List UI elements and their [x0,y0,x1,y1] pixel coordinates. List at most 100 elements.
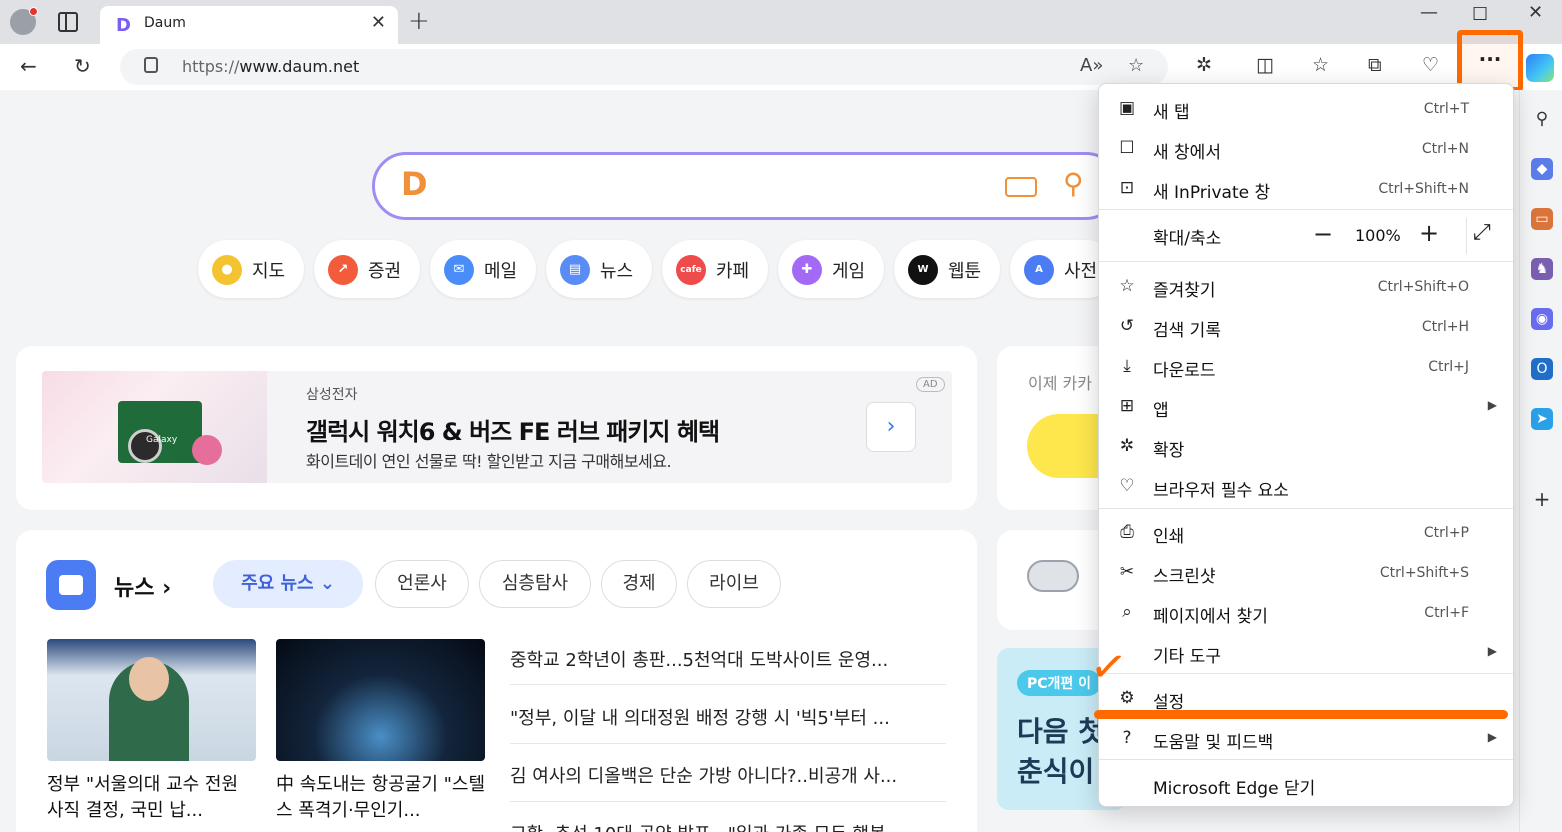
menu-item-find-on-page[interactable]: ⌕ 페이지에서 찾기 Ctrl+F [1099,592,1513,632]
shortcut-news[interactable]: ▤ 뉴스 [546,240,652,298]
menu-item-close-edge[interactable]: Microsoft Edge 닫기 [1099,764,1513,804]
menu-item-apps[interactable]: ⊞ 앱 ▶ [1099,386,1513,426]
zoom-in-button[interactable]: + [1419,219,1439,247]
news-tab-live[interactable]: 라이브 [687,560,781,608]
menu-item-new-tab[interactable]: ▣ 새 탭 Ctrl+T [1099,88,1513,128]
browser-essentials-icon[interactable]: ♡ [1422,54,1439,76]
drop-send-icon[interactable]: ➤ [1531,408,1553,430]
shortcut-label: 지도 [252,261,286,282]
news-thumb-caption[interactable]: 中 속도내는 항공굴기 "스텔스 폭격기·무인기... [276,772,488,824]
chevron-right-icon: ▶ [1487,730,1497,744]
menu-item-more-tools[interactable]: 기타 도구 ▶ [1099,632,1513,672]
news-tab-press[interactable]: 언론사 [375,560,469,608]
copilot-icon[interactable] [1526,54,1554,82]
back-icon[interactable]: ← [20,54,37,78]
microsoft365-icon[interactable]: ◉ [1531,308,1553,330]
fullscreen-icon[interactable]: ⤢ [1473,220,1491,245]
sidebar-search-icon[interactable]: ⚲ [1531,108,1553,130]
shortcut-webtoon[interactable]: W 웹툰 [894,240,1000,298]
window-close-icon[interactable]: ✕ [1528,2,1543,23]
outlook-icon[interactable]: O [1531,358,1553,380]
menu-item-help-feedback[interactable]: ? 도움말 및 피드백 ▶ [1099,718,1513,758]
shortcut-map[interactable]: ● 지도 [198,240,304,298]
maximize-icon[interactable]: ☐ [1472,4,1488,25]
news-thumb-caption[interactable]: 정부 "서울의대 교수 전원 사직 결정, 국민 납... [47,772,259,824]
read-aloud-icon[interactable]: A» [1080,55,1103,76]
shortcut-mail[interactable]: ✉ 메일 [430,240,536,298]
favorites-bar-icon[interactable]: ☆ [1312,54,1329,76]
menu-item-screenshot[interactable]: ✂ 스크린샷 Ctrl+Shift+S [1099,552,1513,592]
extensions-toolbar-icon[interactable]: ✲ [1196,54,1212,76]
refresh-icon[interactable]: ↻ [74,54,91,78]
zoom-out-button[interactable]: − [1313,220,1333,248]
tab-actions-icon[interactable] [58,12,78,32]
favorite-star-icon[interactable]: ☆ [1128,55,1144,76]
kakao-login-text: 이제 카카 [1028,374,1092,393]
ad-title[interactable]: 갤럭시 워치6 & 버즈 FE 러브 패키지 혜택 [306,412,720,447]
profile-avatar[interactable] [10,7,38,35]
news-headline[interactable]: 교황, 추석 10대 공약 발표.. "일과 가족 모두 행복... [510,820,946,832]
menu-item-shortcut: Ctrl+Shift+O [1377,279,1469,295]
news-thumbnail[interactable] [47,639,256,761]
keyboard-icon[interactable] [1005,177,1037,197]
divider [510,801,946,802]
menu-item-new-window[interactable]: ☐ 새 창에서 Ctrl+N [1099,128,1513,168]
ad-next-button[interactable]: › [866,402,916,452]
menu-item-favorites[interactable]: ☆ 즐겨찾기 Ctrl+Shift+O [1099,266,1513,306]
menu-item-label: Microsoft Edge 닫기 [1153,779,1316,799]
url-text[interactable]: https://www.daum.net [182,57,359,76]
shortcut-label: 사전 [1064,261,1098,282]
history-icon: ↺ [1119,316,1135,336]
new-tab-button[interactable]: + [408,6,430,36]
news-tab-main[interactable]: 주요 뉴스 ⌄ [213,560,363,608]
news-tab-economy[interactable]: 경제 [601,560,677,608]
menu-item-print[interactable]: ⎙ 인쇄 Ctrl+P [1099,512,1513,552]
menu-item-shortcut: Ctrl+N [1421,141,1469,157]
cloud-icon [1027,560,1079,592]
tab-title: Daum [144,15,186,31]
tools-briefcase-icon[interactable]: ▭ [1531,208,1553,230]
menu-item-history[interactable]: ↺ 검색 기록 Ctrl+H [1099,306,1513,346]
games-chess-icon[interactable]: ♞ [1531,258,1553,280]
menu-item-extensions[interactable]: ✲ 확장 [1099,426,1513,466]
new-window-icon: ☐ [1119,138,1135,158]
news-thumbnail[interactable] [276,639,485,761]
menu-item-browser-essentials[interactable]: ♡ 브라우저 필수 요소 [1099,466,1513,506]
zoom-label: 확대/축소 [1153,229,1222,249]
split-screen-icon[interactable]: ◫ [1256,54,1274,76]
news-section-title[interactable]: 뉴스 › [114,570,171,602]
news-tab-investigative[interactable]: 심층탐사 [479,560,591,608]
news-headline[interactable]: 중학교 2학년이 총판...5천억대 도박사이트 운영... [510,646,946,670]
search-icon[interactable]: ⚲ [1063,167,1084,200]
divider [510,684,946,685]
shortcut-game[interactable]: ✚ 게임 [778,240,884,298]
lock-icon[interactable] [144,57,158,73]
news-headline[interactable]: 김 여사의 디올백은 단순 가방 아니다?..비공개 사... [510,762,946,786]
tab-daum[interactable]: D Daum ✕ [100,6,398,44]
menu-divider [1099,673,1513,674]
ad-tag: AD [916,377,945,392]
inprivate-icon: ⊡ [1119,178,1135,198]
shortcut-cafe[interactable]: cafe 카페 [662,240,768,298]
shopping-tag-icon[interactable]: ◆ [1531,158,1553,180]
menu-item-downloads[interactable]: ⤓ 다운로드 Ctrl+J [1099,346,1513,386]
news-headline[interactable]: "정부, 이달 내 의대정원 배정 강행 시 '빅5'부터 ... [510,704,946,728]
menu-item-label: 다운로드 [1153,361,1216,381]
menu-item-label: 새 창에서 [1153,143,1221,163]
ad-image: Galaxy [42,371,267,483]
collections-icon[interactable]: ⧉ [1368,54,1382,76]
menu-item-shortcut: Ctrl+Shift+S [1379,565,1469,581]
cafe-icon: cafe [676,255,706,285]
close-tab-icon[interactable]: ✕ [371,12,386,33]
shortcut-stock[interactable]: ↗ 증권 [314,240,420,298]
menu-item-inprivate[interactable]: ⊡ 새 InPrivate 창 Ctrl+Shift+N [1099,168,1513,208]
menu-item-label: 새 탭 [1153,103,1190,123]
minimize-icon[interactable]: — [1420,2,1438,23]
add-sidebar-app-icon[interactable]: + [1531,488,1553,510]
menu-item-label: 검색 기록 [1153,321,1221,341]
menu-item-shortcut: Ctrl+T [1423,101,1469,117]
menu-divider [1099,209,1513,210]
menu-divider [1099,508,1513,509]
search-box[interactable]: D ⚲ [372,152,1120,220]
address-bar[interactable]: https://www.daum.net A» ☆ [120,49,1168,85]
